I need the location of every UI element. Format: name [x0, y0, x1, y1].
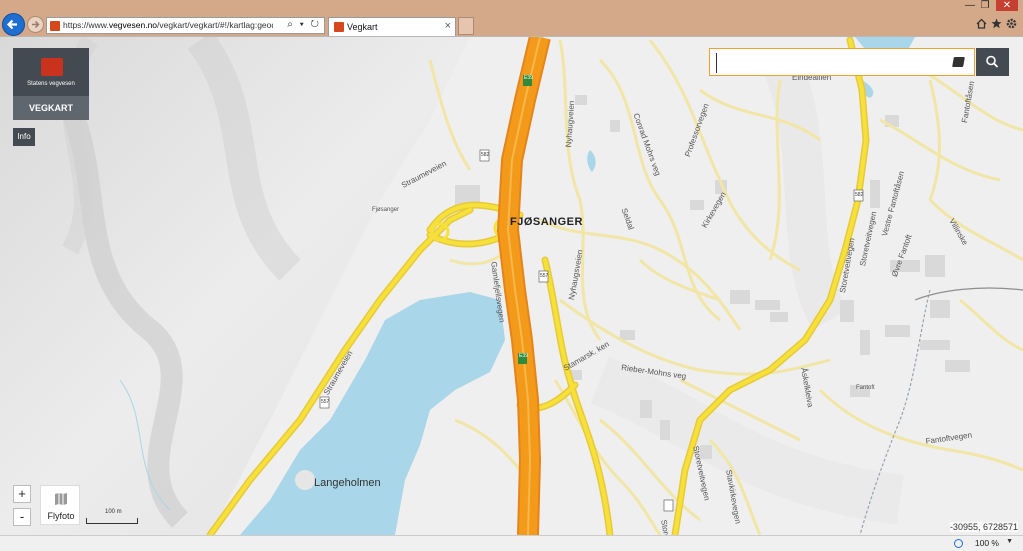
road-label-e39-b: E39	[519, 353, 528, 359]
new-tab-button[interactable]	[458, 17, 474, 35]
close-window-button[interactable]: ✕	[996, 0, 1018, 11]
road-label-582: 582	[481, 152, 490, 158]
scale-bar: 100 m	[86, 509, 138, 524]
info-button[interactable]: Info	[13, 128, 35, 146]
book-icon[interactable]	[952, 57, 965, 67]
zoom-dropdown-icon[interactable]: ▼	[1006, 538, 1013, 545]
coordinates-readout: -30955, 6728571	[949, 522, 1018, 532]
browser-toolbar: https://www.vegvesen.no/vegkart/vegkart/…	[0, 0, 1023, 37]
browser-status-bar: 100 % ▼	[0, 535, 1023, 551]
map-layers-icon	[55, 493, 67, 505]
back-button[interactable]	[2, 13, 25, 36]
scale-label: 100 m	[105, 509, 122, 515]
zoom-in-button[interactable]: +	[13, 485, 31, 503]
search-icon	[986, 55, 999, 68]
zoom-out-button[interactable]: -	[13, 508, 31, 526]
flyfoto-button[interactable]: Flyfoto	[40, 485, 80, 525]
minimize-button[interactable]: —	[963, 0, 977, 11]
tab-close-icon[interactable]: ×	[445, 20, 451, 32]
favorites-star-icon[interactable]	[991, 18, 1002, 29]
map-canvas[interactable]: FJØSANGER Langeholmen Straumeveien Fjøsa…	[0, 37, 1023, 535]
forward-button[interactable]	[27, 16, 44, 33]
home-icon[interactable]	[976, 18, 987, 29]
address-url[interactable]: https://www.vegvesen.no/vegkart/vegkart/…	[63, 20, 273, 30]
browser-zoom-level[interactable]: 100 %	[975, 538, 999, 548]
statens-vegvesen-logo-icon	[41, 58, 63, 76]
site-favicon-icon	[50, 21, 60, 31]
map-label-fjosanger: FJØSANGER	[510, 216, 583, 228]
tab-title: Vegkart	[347, 22, 378, 32]
search-box[interactable]	[709, 48, 975, 76]
road-label-557b: 557	[321, 399, 330, 405]
restore-button[interactable]: ❐	[978, 0, 992, 11]
address-tools-icons[interactable]: ⌕ ▾ ↻	[287, 19, 321, 30]
brand-panel[interactable]: Statens vegvesen VEGKART	[13, 48, 89, 120]
flyfoto-label: Flyfoto	[47, 511, 75, 521]
map-label-langeholmen: Langeholmen	[314, 477, 381, 489]
search-input[interactable]	[716, 53, 941, 73]
map-basemap	[0, 37, 1023, 535]
forward-arrow-icon	[32, 20, 40, 29]
road-label-582b: 582	[855, 192, 864, 198]
tab-favicon-icon	[334, 22, 344, 32]
tab-vegkart[interactable]: Vegkart ×	[328, 17, 456, 36]
zoom-magnifier-icon	[954, 539, 963, 548]
search-button[interactable]	[976, 48, 1009, 76]
app-title: VEGKART	[13, 96, 89, 120]
settings-gear-icon[interactable]	[1006, 18, 1017, 29]
map-label-fjosanger-small: Fjøsanger	[372, 207, 400, 213]
back-arrow-icon	[6, 19, 17, 30]
address-bar[interactable]: https://www.vegvesen.no/vegkart/vegkart/…	[46, 17, 325, 34]
map-label-fantoft: Fantoft	[856, 385, 875, 391]
road-label-e39-a: E39	[524, 75, 533, 81]
road-label-557: 557	[540, 273, 549, 279]
org-name: Statens vegvesen	[27, 81, 75, 87]
